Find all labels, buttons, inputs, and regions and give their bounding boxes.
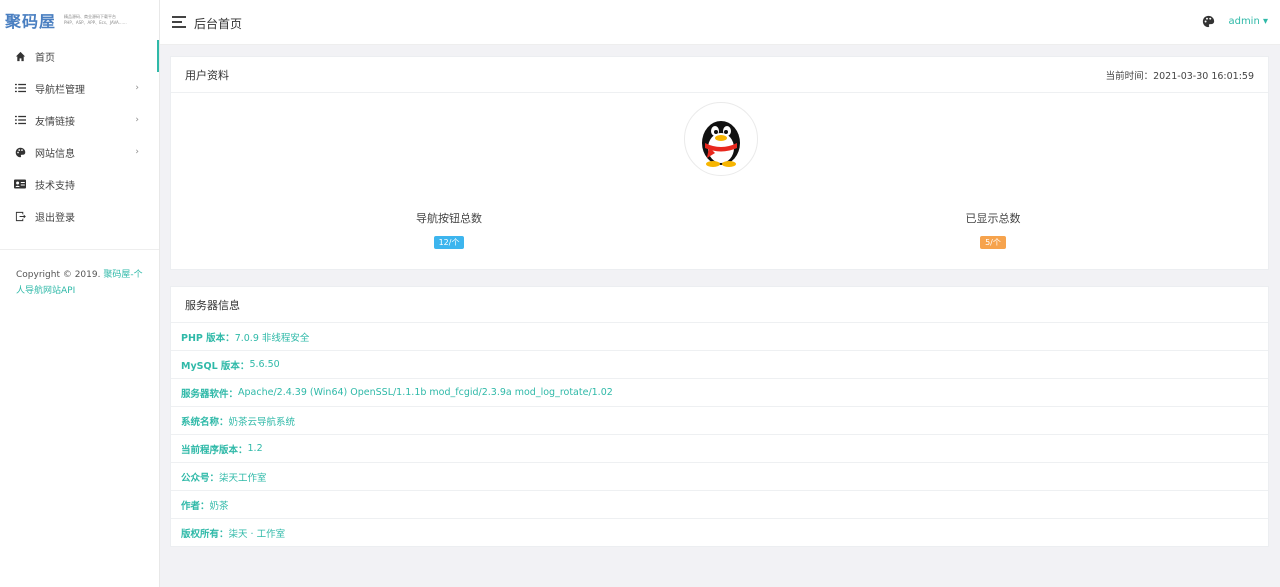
copyright: Copyright © 2019. 聚码屋-个人导航网站API	[0, 250, 159, 299]
menu-toggle-bar	[172, 21, 182, 23]
sidebar-item-label: 退出登录	[35, 212, 75, 224]
sidebar-item-site-info[interactable]: 网站信息 ›	[0, 136, 159, 168]
logo-tagline-line-1: 精品源码、商业源码下载平台	[64, 14, 117, 19]
top-header: 后台首页 admin ▾	[160, 0, 1280, 45]
info-row-php: PHP 版本： 7.0.9 非线程安全	[171, 323, 1268, 351]
info-row-system-name: 系统名称： 奶茶云导航系统	[171, 407, 1268, 435]
logo-tagline: 精品源码、商业源码下载平台 PHP、ASP、APP、Ecs、JAVA……	[64, 14, 127, 26]
info-value: 1.2	[247, 443, 263, 454]
menu-toggle-bar	[172, 16, 186, 18]
info-key: 公众号：	[181, 472, 220, 484]
chevron-right-icon: ›	[135, 147, 139, 157]
sidebar-item-logout[interactable]: 退出登录	[0, 200, 159, 232]
info-value: 柒天 · 工作室	[228, 529, 286, 540]
info-value: 7.0.9 非线程安全	[234, 332, 310, 344]
sidebar-item-home[interactable]: 首页	[0, 40, 159, 72]
info-key: MySQL 版本：	[181, 360, 250, 372]
logout-icon	[14, 210, 26, 222]
list-icon	[14, 82, 26, 94]
theme-palette-icon[interactable]	[1202, 15, 1216, 29]
info-row-copyright: 版权所有： 柒天 · 工作室	[171, 519, 1268, 547]
current-time-label: 当前时间：	[1105, 70, 1154, 82]
info-value: 柒天工作室	[219, 472, 267, 484]
info-value: 奶茶云导航系统	[228, 416, 296, 428]
server-info-panel: 服务器信息 PHP 版本： 7.0.9 非线程安全 MySQL 版本： 5.6.50…	[170, 286, 1269, 547]
sidebar: 聚码屋 精品源码、商业源码下载平台 PHP、ASP、APP、Ecs、JAVA………	[0, 0, 160, 587]
info-value: Apache/2.4.39 (Win64) OpenSSL/1.1.1b mod…	[238, 387, 613, 398]
copyright-prefix: Copyright © 2019.	[16, 270, 101, 280]
info-row-mysql: MySQL 版本： 5.6.50	[171, 351, 1268, 379]
info-key: 版权所有：	[181, 529, 229, 540]
info-value: 5.6.50	[249, 359, 280, 370]
current-time-value: 2021-03-30 16:01:59	[1153, 70, 1254, 82]
sidebar-item-label: 友情链接	[35, 116, 75, 128]
info-row-server-software: 服务器软件： Apache/2.4.39 (Win64) OpenSSL/1.1.…	[171, 379, 1268, 407]
info-key: 当前程序版本：	[181, 444, 248, 456]
sidebar-item-friend-links[interactable]: 友情链接 ›	[0, 104, 159, 136]
list-icon	[14, 114, 26, 126]
logo-tagline-line-2: PHP、ASP、APP、Ecs、JAVA……	[64, 20, 127, 25]
id-card-icon	[14, 178, 26, 190]
stat-displayed: 已显示总数 5/个	[843, 210, 1143, 249]
chevron-right-icon: ›	[135, 115, 139, 125]
current-time: 当前时间：2021-03-30 16:01:59	[1106, 68, 1254, 82]
page-title: 后台首页	[194, 17, 243, 31]
stat-label: 已显示总数	[965, 212, 1021, 225]
menu-toggle-bar	[172, 26, 186, 28]
logo-text: 聚码屋	[5, 12, 57, 31]
sidebar-item-nav-manage[interactable]: 导航栏管理 ›	[0, 72, 159, 104]
info-value: 奶茶	[209, 500, 229, 512]
user-profile-panel: 用户资料 当前时间：2021-03-30 16:01:59 导航按钮总数 12/…	[170, 56, 1269, 270]
stat-label: 导航按钮总数	[416, 212, 482, 225]
chevron-right-icon: ›	[135, 83, 139, 93]
avatar	[684, 102, 758, 176]
info-row-official-account: 公众号： 柒天工作室	[171, 463, 1268, 491]
home-icon	[14, 50, 26, 62]
panel-title: 服务器信息	[185, 298, 240, 312]
info-row-program-version: 当前程序版本： 1.2	[171, 435, 1268, 463]
qq-penguin-icon	[702, 121, 740, 167]
info-key: PHP 版本：	[181, 332, 235, 344]
stat-badge: 5/个	[980, 236, 1006, 249]
sidebar-item-label: 网站信息	[35, 148, 75, 160]
info-key: 服务器软件：	[181, 388, 239, 400]
user-menu[interactable]: admin ▾	[1228, 16, 1268, 27]
sidebar-item-label: 首页	[35, 52, 55, 64]
panel-header: 服务器信息	[171, 287, 1268, 323]
stat-badge: 12/个	[433, 236, 465, 249]
sidebar-nav: 首页 导航栏管理 › 友情链接 › 网站信息 › 技术支持 退出登录	[0, 40, 159, 232]
sidebar-item-label: 技术支持	[35, 180, 75, 192]
info-row-author: 作者： 奶茶	[171, 491, 1268, 519]
logo[interactable]: 聚码屋 精品源码、商业源码下载平台 PHP、ASP、APP、Ecs、JAVA……	[0, 0, 159, 40]
panel-header: 用户资料 当前时间：2021-03-30 16:01:59	[171, 57, 1268, 93]
menu-toggle-icon[interactable]	[172, 16, 186, 28]
panel-title: 用户资料	[185, 68, 229, 82]
sidebar-item-tech-support[interactable]: 技术支持	[0, 168, 159, 200]
info-key: 作者：	[181, 500, 210, 512]
stat-nav-buttons: 导航按钮总数 12/个	[299, 210, 599, 249]
palette-icon	[14, 146, 26, 158]
info-key: 系统名称：	[181, 416, 229, 428]
sidebar-item-label: 导航栏管理	[35, 84, 85, 96]
